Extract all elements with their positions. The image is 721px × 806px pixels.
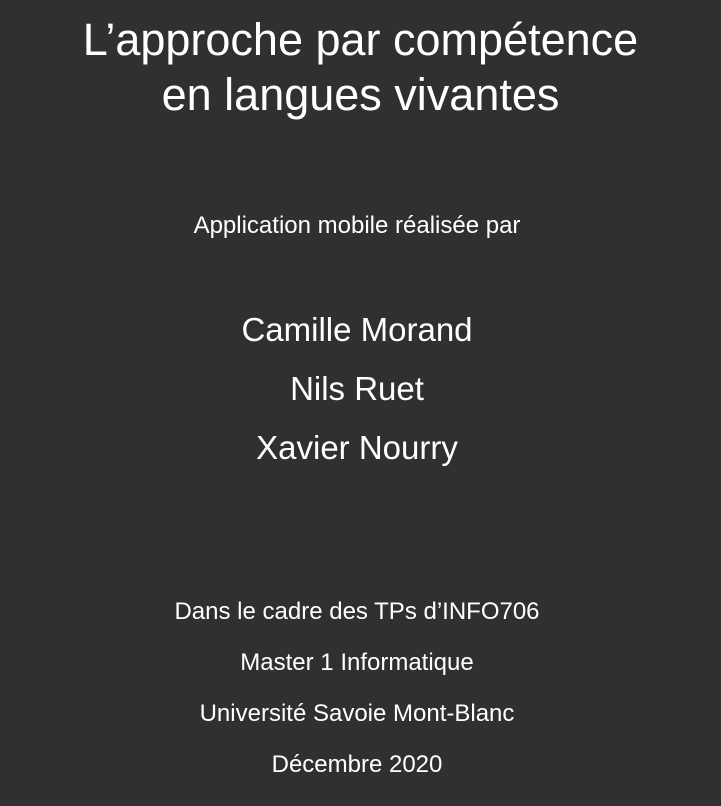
credits-footer: Dans le cadre des TPs d’INFO706 Master 1…	[0, 590, 714, 794]
page-title: L’approche par compétence en langues viv…	[0, 12, 721, 122]
author-list: Camille Morand Nils Ruet Xavier Nourry	[0, 306, 714, 483]
about-screen: L’approche par compétence en langues viv…	[0, 0, 721, 806]
author-name: Xavier Nourry	[256, 429, 458, 466]
subtitle: Application mobile réalisée par	[193, 212, 521, 239]
author-name: Camille Morand	[241, 311, 473, 348]
author-name: Nils Ruet	[290, 370, 424, 407]
university-name: Université Savoie Mont-Blanc	[199, 700, 515, 727]
course-context: Dans le cadre des TPs d’INFO706	[174, 598, 540, 625]
program-name: Master 1 Informatique	[240, 649, 474, 676]
title-line-2: en langues vivantes	[161, 69, 560, 120]
date-label: Décembre 2020	[271, 751, 443, 778]
title-line-1: L’approche par compétence	[82, 14, 639, 65]
